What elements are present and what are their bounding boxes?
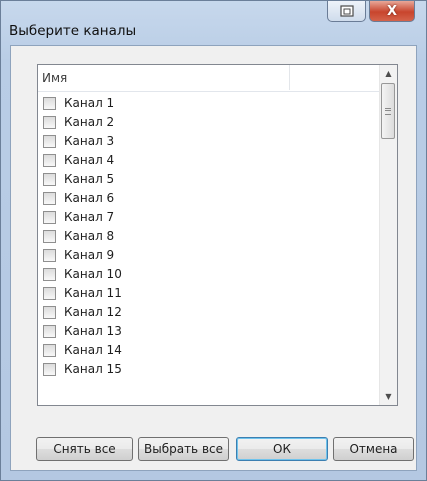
close-icon: X [386,3,398,19]
channel-checkbox[interactable] [43,192,56,205]
list-item[interactable]: Канал 9 [38,246,397,265]
channel-checkbox[interactable] [43,363,56,376]
list-item[interactable]: Канал 6 [38,189,397,208]
channel-label: Канал 14 [64,343,122,357]
list-item[interactable]: Канал 15 [38,360,397,379]
channel-checkbox[interactable] [43,306,56,319]
channel-label: Канал 12 [64,305,122,319]
channel-checkbox[interactable] [43,268,56,281]
vertical-scrollbar[interactable]: ▲ ▼ [379,65,397,405]
channel-checkbox[interactable] [43,116,56,129]
dialog-client-area: Имя Канал 1 Канал 2 Канал 3 Канал 4 Канал 5К… [10,45,417,471]
list-item[interactable]: Канал 8 [38,227,397,246]
window-title: Выберите каналы [9,23,137,39]
channel-label: Канал 8 [64,229,115,243]
channel-label: Канал 13 [64,324,122,338]
channel-label: Канал 4 [64,153,115,167]
channel-label: Канал 7 [64,210,115,224]
column-header-name[interactable]: Имя [38,65,290,90]
channel-label: Канал 2 [64,115,115,129]
channel-checkbox[interactable] [43,154,56,167]
channel-label: Канал 3 [64,134,115,148]
scrollbar-thumb[interactable] [381,83,395,139]
list-item[interactable]: Канал 3 [38,132,397,151]
list-item[interactable]: Канал 12 [38,303,397,322]
list-item[interactable]: Канал 4 [38,151,397,170]
restore-button[interactable] [327,1,366,22]
channel-checkbox[interactable] [43,211,56,224]
select-all-button[interactable]: Выбрать все [138,437,229,461]
list-header: Имя [38,65,397,92]
channel-checkbox[interactable] [43,249,56,262]
list-item[interactable]: Канал 5 [38,170,397,189]
channel-label: Канал 9 [64,248,115,262]
channel-select-dialog: Выберите каналы X Имя Канал 1 Канал 2 Кана… [0,0,427,481]
grip-icon [385,107,391,115]
channel-list[interactable]: Имя Канал 1 Канал 2 Канал 3 Канал 4 Канал 5К… [37,64,398,406]
channel-checkbox[interactable] [43,325,56,338]
window-restore-icon [339,5,354,17]
cancel-button[interactable]: Отмена [333,437,414,461]
channel-checkbox[interactable] [43,230,56,243]
list-item[interactable]: Канал 14 [38,341,397,360]
scroll-down-arrow-icon[interactable]: ▼ [380,388,397,405]
list-item[interactable]: Канал 11 [38,284,397,303]
list-item[interactable]: Канал 1 [38,94,397,113]
list-item[interactable]: Канал 2 [38,113,397,132]
channel-checkbox[interactable] [43,135,56,148]
list-item[interactable]: Канал 10 [38,265,397,284]
channel-checkbox[interactable] [43,287,56,300]
list-item[interactable]: Канал 7 [38,208,397,227]
channel-checkbox[interactable] [43,97,56,110]
list-item[interactable]: Канал 13 [38,322,397,341]
channel-checkbox[interactable] [43,344,56,357]
title-bar[interactable]: Выберите каналы X [1,1,426,45]
channel-rows: Канал 1 Канал 2 Канал 3 Канал 4 Канал 5 Канал… [38,94,397,379]
scroll-up-arrow-icon[interactable]: ▲ [380,65,397,82]
channel-label: Канал 5 [64,172,115,186]
channel-label: Канал 10 [64,267,122,281]
channel-label: Канал 1 [64,96,115,110]
channel-label: Канал 6 [64,191,115,205]
channel-label: Канал 15 [64,362,122,376]
channel-checkbox[interactable] [43,173,56,186]
clear-all-button[interactable]: Снять все [36,437,133,461]
close-button[interactable]: X [369,1,415,22]
ok-button[interactable]: ОК [236,437,328,461]
channel-label: Канал 11 [64,286,122,300]
